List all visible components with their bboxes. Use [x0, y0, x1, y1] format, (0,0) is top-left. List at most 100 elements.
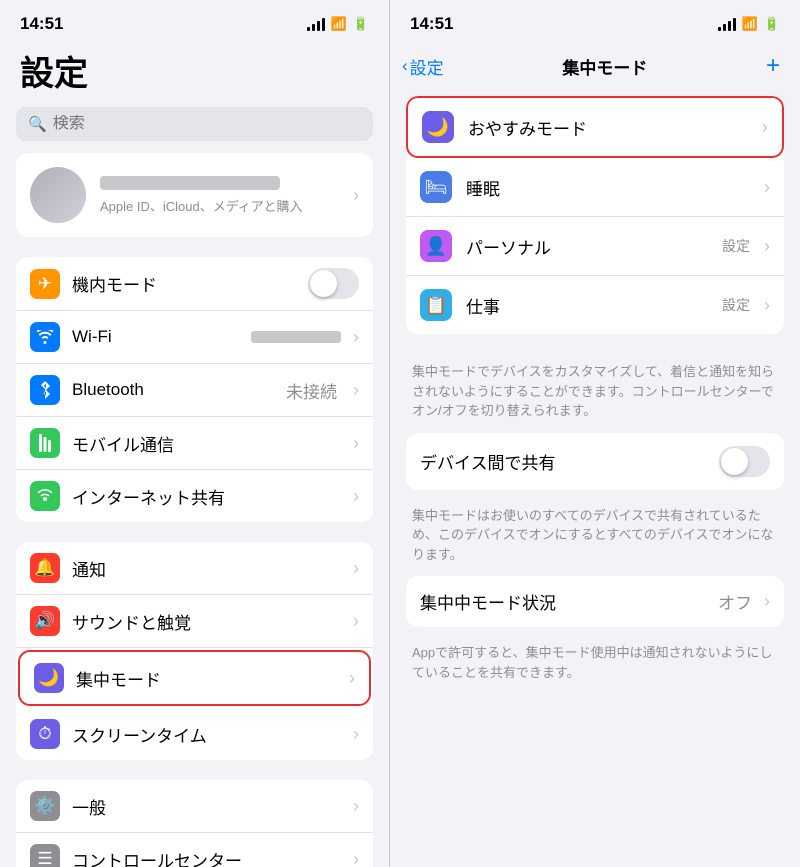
add-button[interactable]: + — [766, 52, 780, 80]
right-wifi-icon: 📶 — [742, 16, 758, 32]
right-time: 14:51 — [410, 14, 453, 34]
general-label: 一般 — [72, 794, 341, 819]
search-bar[interactable]: 🔍 — [16, 107, 373, 141]
mobile-item[interactable]: モバイル通信 › — [16, 417, 373, 470]
general-item[interactable]: ⚙️ 一般 › — [16, 780, 373, 833]
back-chevron-icon: ‹ — [402, 56, 408, 76]
share-toggle[interactable] — [719, 446, 770, 477]
hotspot-label: インターネット共有 — [72, 484, 341, 509]
work-label: 仕事 — [466, 293, 708, 318]
signal-icon — [307, 18, 325, 31]
sound-icon: 🔊 — [30, 606, 60, 636]
mobile-chevron: › — [353, 433, 359, 454]
wifi-label: Wi-Fi — [72, 327, 239, 347]
control-item[interactable]: ☰ コントロールセンター › — [16, 833, 373, 867]
general-chevron: › — [353, 796, 359, 817]
status-chevron: › — [764, 591, 770, 612]
system-group: ⚙️ 一般 › ☰ コントロールセンター › — [16, 780, 373, 867]
notifications-group: 🔔 通知 › 🔊 サウンドと触覚 › 🌙 集中モード › ⏱ スクリーンタイム … — [16, 542, 373, 760]
page-title: 設定 — [0, 38, 389, 107]
left-time: 14:51 — [20, 14, 63, 34]
wifi-icon-box — [30, 322, 60, 352]
sound-chevron: › — [353, 611, 359, 632]
airplane-label: 機内モード — [72, 271, 296, 296]
nav-title: 集中モード — [562, 54, 647, 79]
oyasumi-label: おやすみモード — [468, 115, 748, 140]
oyasumi-item[interactable]: 🌙 おやすみモード › — [406, 96, 784, 158]
screentime-item[interactable]: ⏱ スクリーンタイム › — [16, 708, 373, 760]
share-label: デバイス間で共有 — [420, 449, 707, 474]
mobile-label: モバイル通信 — [72, 431, 341, 456]
share-section-group: デバイス間で共有 — [406, 433, 784, 490]
search-input[interactable] — [53, 115, 361, 133]
battery-icon: 🔋 — [353, 16, 369, 32]
oyasumi-icon: 🌙 — [422, 111, 454, 143]
notification-icon: 🔔 — [30, 553, 60, 583]
focus-description: 集中モードでデバイスをカスタマイズして、着信と通知を知らされないようにすることが… — [406, 354, 784, 433]
personal-label: パーソナル — [466, 234, 708, 259]
sleep-chevron: › — [764, 177, 770, 198]
personal-value: 設定 — [722, 236, 750, 256]
right-content: 🌙 おやすみモード › 🛏 睡眠 › 👤 パーソナル 設定 › 📋 仕事 — [390, 84, 800, 867]
notification-item[interactable]: 🔔 通知 › — [16, 542, 373, 595]
search-icon: 🔍 — [28, 115, 47, 133]
control-icon: ☰ — [30, 844, 60, 867]
work-icon: 📋 — [420, 289, 452, 321]
screentime-icon: ⏱ — [30, 719, 60, 749]
mobile-icon — [30, 428, 60, 458]
control-chevron: › — [353, 849, 359, 867]
profile-chevron: › — [353, 185, 359, 206]
bluetooth-icon — [30, 375, 60, 405]
bluetooth-value: 未接続 — [286, 378, 337, 403]
back-button[interactable]: ‹ 設定 — [402, 54, 444, 79]
personal-item[interactable]: 👤 パーソナル 設定 › — [406, 217, 784, 276]
avatar — [30, 167, 86, 223]
left-status-icons: 📶 🔋 — [307, 16, 369, 32]
profile-row[interactable]: Apple ID、iCloud、メディアと購入 › — [16, 153, 373, 237]
wifi-value — [251, 331, 341, 343]
focus-icon-left: 🌙 — [34, 663, 64, 693]
work-chevron: › — [764, 295, 770, 316]
bluetooth-item[interactable]: Bluetooth 未接続 › — [16, 364, 373, 417]
right-signal-icon — [718, 18, 736, 31]
hotspot-item[interactable]: インターネット共有 › — [16, 470, 373, 522]
screentime-label: スクリーンタイム — [72, 722, 341, 747]
sleep-label: 睡眠 — [466, 175, 750, 200]
status-description: Appで許可すると、集中モード使用中は通知されないようにしていることを共有できま… — [406, 635, 784, 694]
back-label: 設定 — [410, 54, 444, 79]
airplane-icon: ✈ — [30, 269, 60, 299]
share-item[interactable]: デバイス間で共有 — [406, 433, 784, 490]
personal-chevron: › — [764, 236, 770, 257]
sound-item[interactable]: 🔊 サウンドと触覚 › — [16, 595, 373, 648]
focus-mode-item[interactable]: 🌙 集中モード › — [18, 650, 371, 706]
work-value: 設定 — [722, 295, 750, 315]
share-description: 集中モードはお使いのすべてのデバイスで共有されているため、このデバイスでオンにす… — [406, 498, 784, 577]
bluetooth-label: Bluetooth — [72, 380, 274, 400]
airplane-toggle[interactable] — [308, 268, 359, 299]
work-item[interactable]: 📋 仕事 設定 › — [406, 276, 784, 334]
personal-icon: 👤 — [420, 230, 452, 262]
wifi-icon: 📶 — [331, 16, 347, 32]
right-status-icons: 📶 🔋 — [718, 16, 780, 32]
right-status-bar: 14:51 📶 🔋 — [390, 0, 800, 38]
profile-sub: Apple ID、iCloud、メディアと購入 — [100, 196, 339, 215]
right-navbar: ‹ 設定 集中モード + — [390, 38, 800, 84]
notification-chevron: › — [353, 558, 359, 579]
bluetooth-chevron: › — [353, 380, 359, 401]
screentime-chevron: › — [353, 724, 359, 745]
notification-label: 通知 — [72, 556, 341, 581]
sound-label: サウンドと触覚 — [72, 609, 341, 634]
focus-label: 集中モード — [76, 666, 337, 691]
sleep-item[interactable]: 🛏 睡眠 › — [406, 158, 784, 217]
hotspot-chevron: › — [353, 486, 359, 507]
network-group: ✈ 機内モード Wi-Fi › — [16, 257, 373, 522]
airplane-mode-item[interactable]: ✈ 機内モード — [16, 257, 373, 311]
general-icon: ⚙️ — [30, 791, 60, 821]
focus-modes-group: 🌙 おやすみモード › 🛏 睡眠 › 👤 パーソナル 設定 › 📋 仕事 — [406, 96, 784, 334]
settings-list: Apple ID、iCloud、メディアと購入 › ✈ 機内モード Wi-Fi — [0, 153, 389, 867]
wifi-item[interactable]: Wi-Fi › — [16, 311, 373, 364]
right-battery-icon: 🔋 — [764, 16, 780, 32]
status-item[interactable]: 集中中モード状況 オフ › — [406, 576, 784, 627]
left-panel: 14:51 📶 🔋 設定 🔍 Apple ID、iCloud、メディアと — [0, 0, 390, 867]
profile-name-bar — [100, 176, 280, 190]
